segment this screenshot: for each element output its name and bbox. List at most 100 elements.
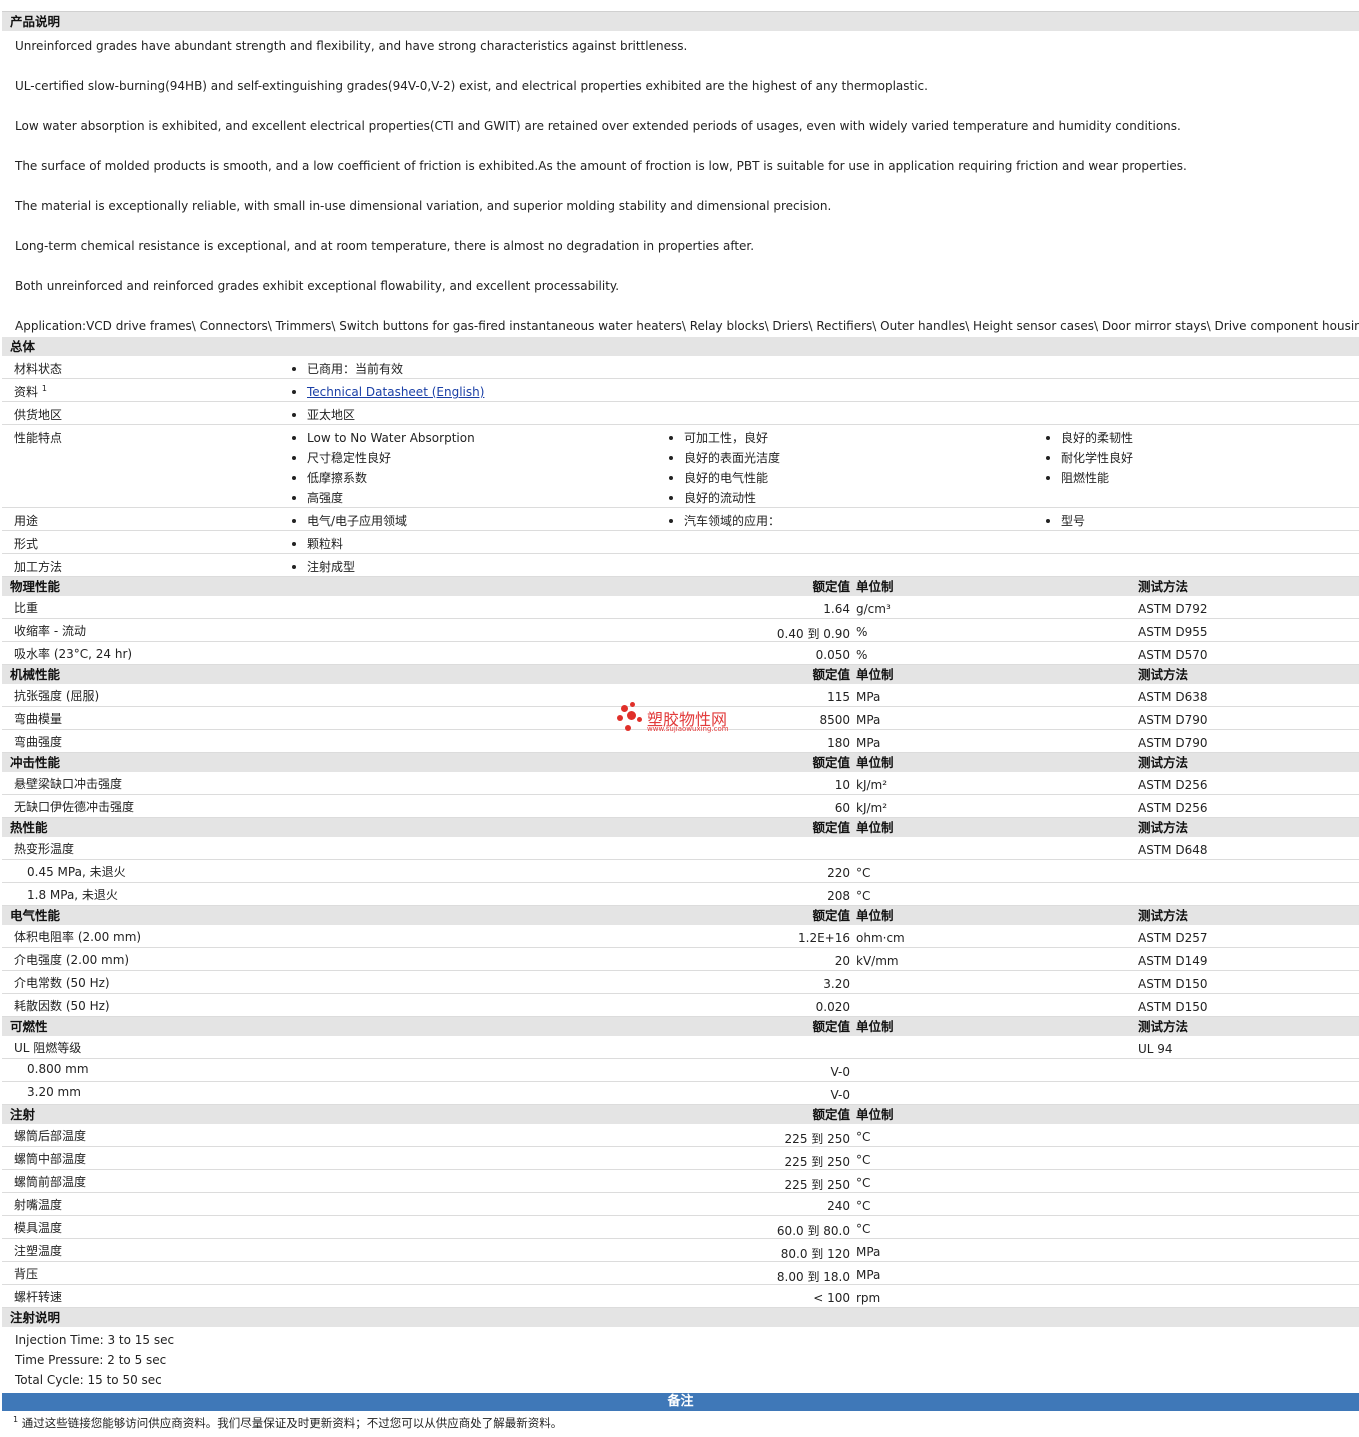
logo-dot (621, 705, 628, 712)
property-value: 240 (827, 1199, 850, 1213)
section-title: 可燃性 (10, 1019, 48, 1034)
column-header-value: 额定值 (812, 908, 850, 923)
property-row: 介电常数 (50 Hz) 3.20 ASTM D150 (2, 971, 1359, 994)
section-header: 物理性能 额定值 单位制 测试方法 (2, 577, 1359, 596)
description-line: Application:VCD drive frames\ Connectors… (15, 319, 1359, 333)
injection-note: Injection Time: 3 to 15 sec (15, 1333, 175, 1347)
general-row-label: 材料状态 (14, 360, 62, 377)
test-method: ASTM D790 (1138, 713, 1208, 727)
general-row: 材料状态 已商用：当前有效 (2, 356, 1359, 379)
list-item: Low to No Water Absorption (282, 428, 652, 448)
property-row: 射嘴温度 240 °C (2, 1193, 1359, 1216)
section-title: 注射说明 (10, 1310, 61, 1325)
description-line: The surface of molded products is smooth… (15, 159, 1187, 173)
test-method: ASTM D792 (1138, 602, 1208, 616)
section-header: 可燃性 额定值 单位制 测试方法 (2, 1017, 1359, 1036)
property-value: 115 (827, 690, 850, 704)
test-method: ASTM D790 (1138, 736, 1208, 750)
test-method: ASTM D648 (1138, 843, 1208, 857)
property-label: 介电常数 (50 Hz) (14, 976, 110, 990)
property-label: 模具温度 (14, 1221, 63, 1235)
description-line: Both unreinforced and reinforced grades … (15, 279, 620, 293)
section-title: 冲击性能 (10, 755, 61, 770)
section-header-description: 产品说明 (2, 12, 1359, 31)
property-row: 悬壁梁缺口冲击强度 10 kJ/m² ASTM D256 (2, 772, 1359, 795)
column-header-test: 测试方法 (1138, 908, 1189, 923)
column-header-value: 额定值 (812, 820, 850, 835)
property-value: 0.40 到 0.90 (776, 627, 850, 641)
column-header-unit: 单位制 (856, 667, 894, 682)
property-value: 60.0 到 80.0 (776, 1224, 850, 1238)
property-row: 比重 1.64 g/cm³ ASTM D792 (2, 596, 1359, 619)
general-row: 性能特点 Low to No Water Absorption 尺寸稳定性良好 低摩擦… (2, 425, 1359, 508)
section-header: 冲击性能 额定值 单位制 测试方法 (2, 753, 1359, 772)
logo-dot (630, 702, 635, 707)
test-method: UL 94 (1138, 1042, 1173, 1056)
section-header: 机械性能 额定值 单位制 测试方法 (2, 665, 1359, 684)
property-label: 耗散因数 (50 Hz) (14, 999, 110, 1013)
list-item: Technical Datasheet (English) (282, 382, 652, 402)
property-unit: ohm·cm (856, 931, 905, 945)
column-header-value: 额定值 (812, 579, 850, 594)
property-label: 介电强度 (2.00 mm) (14, 953, 130, 967)
section-title: 热性能 (10, 820, 48, 835)
list-item: 颗粒料 (282, 534, 652, 554)
property-row: 3.20 mm V-0 (2, 1082, 1359, 1105)
footnote-marker: 1 (13, 1415, 19, 1424)
property-label: UL 阻燃等级 (14, 1041, 82, 1055)
section-header-general: 总体 (2, 337, 1359, 356)
property-label: 收缩率 - 流动 (14, 624, 86, 638)
value-column: 可加工性，良好 良好的表面光洁度 良好的电气性能 良好的流动性 (659, 425, 1029, 508)
property-row: 模具温度 60.0 到 80.0 °C (2, 1216, 1359, 1239)
technical-datasheet-link[interactable]: Technical Datasheet (English) (307, 385, 484, 399)
property-label: 热变形温度 (14, 842, 75, 856)
injection-note: Time Pressure: 2 to 5 sec (15, 1353, 167, 1367)
column-header-unit: 单位制 (856, 908, 894, 923)
description-line: Long-term chemical resistance is excepti… (15, 239, 755, 253)
value-column: 颗粒料 (282, 531, 652, 554)
property-row: 0.45 MPa, 未退火 220 °C (2, 860, 1359, 883)
property-label: 1.8 MPa, 未退火 (27, 888, 118, 902)
property-unit: °C (856, 1153, 871, 1167)
property-unit: % (856, 625, 868, 639)
list-item: 阻燃性能 (1036, 468, 1359, 488)
property-unit: °C (856, 889, 871, 903)
property-unit: % (856, 648, 868, 662)
remarks-bar: 备注 (2, 1393, 1359, 1411)
list-item: 良好的电气性能 (659, 468, 1029, 488)
property-label: 螺杆转速 (14, 1290, 63, 1304)
property-row: 螺筒前部温度 225 到 250 °C (2, 1170, 1359, 1193)
general-row: 资料 1 Technical Datasheet (English) (2, 379, 1359, 402)
list-item: 耐化学性良好 (1036, 448, 1359, 468)
list-item: 良好的柔韧性 (1036, 428, 1359, 448)
test-method: ASTM D150 (1138, 1000, 1208, 1014)
general-row: 形式 颗粒料 (2, 531, 1359, 554)
footnote: 1 通过这些链接您能够访问供应商资料。我们尽量保证及时更新资料；不过您可以从供应… (2, 1411, 1359, 1431)
column-header-value: 额定值 (812, 667, 850, 682)
value-column: 良好的柔韧性 耐化学性良好 阻燃性能 (1036, 425, 1359, 488)
property-row: 背压 8.00 到 18.0 MPa (2, 1262, 1359, 1285)
description-block: Unreinforced grades have abundant streng… (2, 31, 1359, 337)
property-unit: °C (856, 1222, 871, 1236)
section-title: 注射 (10, 1107, 36, 1122)
column-header-unit: 单位制 (856, 1019, 894, 1034)
test-method: ASTM D150 (1138, 977, 1208, 991)
property-label: 吸水率 (23°C, 24 hr) (14, 647, 133, 661)
description-line: UL-certified slow-burning(94HB) and self… (15, 79, 928, 93)
property-value: 80.0 到 120 (780, 1247, 850, 1261)
property-label: 螺筒后部温度 (14, 1129, 87, 1143)
general-row-label: 用途 (14, 512, 38, 529)
property-label: 背压 (14, 1267, 39, 1281)
column-header-test: 测试方法 (1138, 667, 1189, 682)
property-label: 体积电阻率 (2.00 mm) (14, 930, 142, 944)
section-header: 热性能 额定值 单位制 测试方法 (2, 818, 1359, 837)
property-value: 220 (827, 866, 850, 880)
list-item: 亚太地区 (282, 405, 652, 425)
column-header-test: 测试方法 (1138, 1019, 1189, 1034)
property-label: 3.20 mm (27, 1085, 81, 1099)
general-row-label: 性能特点 (14, 429, 62, 446)
list-item: 已商用：当前有效 (282, 359, 652, 379)
column-header-value: 额定值 (812, 1107, 850, 1122)
list-item: 电气/电子应用领域 (282, 511, 652, 531)
property-row: 收缩率 - 流动 0.40 到 0.90% ASTM D955 (2, 619, 1359, 642)
